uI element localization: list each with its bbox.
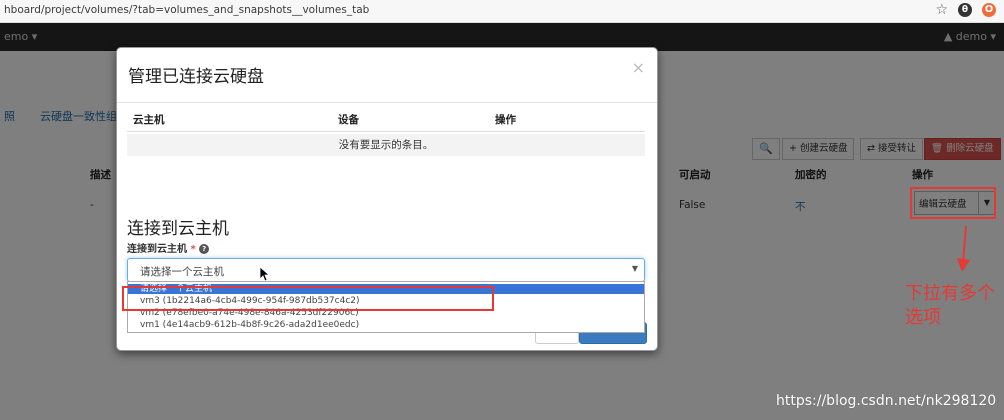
watermark: https://blog.csdn.net/nk298120 [776, 393, 997, 409]
help-icon[interactable]: ? [199, 244, 210, 254]
star-icon[interactable]: ☆ [935, 2, 948, 18]
modal-title: 管理已连接云硬盘 [128, 67, 264, 87]
attached-header-device: 设备 [338, 114, 359, 126]
url-text[interactable]: hboard/project/volumes/?tab=volumes_and_… [4, 4, 369, 16]
attach-field-label: 连接到云主机 * ? [127, 240, 210, 255]
annotation-box-edit [910, 187, 996, 219]
attached-header-actions: 操作 [495, 114, 516, 126]
account-icon[interactable]: θ [958, 3, 972, 17]
browser-icons: ☆ θ O [935, 2, 996, 18]
mouse-cursor-icon [259, 266, 271, 282]
close-icon[interactable]: × [632, 58, 645, 77]
browser-address-bar: hboard/project/volumes/?tab=volumes_and_… [0, 0, 1004, 23]
dropdown-option[interactable]: vm1 (4e14acb9-612b-4b8f-9c26-ada2d1ee0ed… [128, 320, 644, 330]
annotation-note: 下拉有多个选项 [905, 283, 995, 328]
instance-select-value: 请选择一个云主机 [140, 266, 224, 278]
chevron-down-icon: ▼ [631, 264, 638, 273]
browser-menu-icon[interactable]: O [982, 3, 996, 17]
required-mark: * [187, 244, 196, 255]
annotation-box-vm3 [122, 286, 494, 311]
instance-select[interactable]: 请选择一个云主机 ▼ [127, 258, 645, 282]
modal-divider [117, 102, 657, 103]
empty-table-row: 没有要显示的条目。 [127, 134, 645, 156]
annotation-arrow-icon [957, 225, 970, 272]
attached-header-instance: 云主机 [133, 114, 165, 126]
attach-section-title: 连接到云主机 [127, 219, 229, 239]
table-header-divider [127, 131, 645, 132]
attach-label-text: 连接到云主机 [127, 244, 187, 255]
